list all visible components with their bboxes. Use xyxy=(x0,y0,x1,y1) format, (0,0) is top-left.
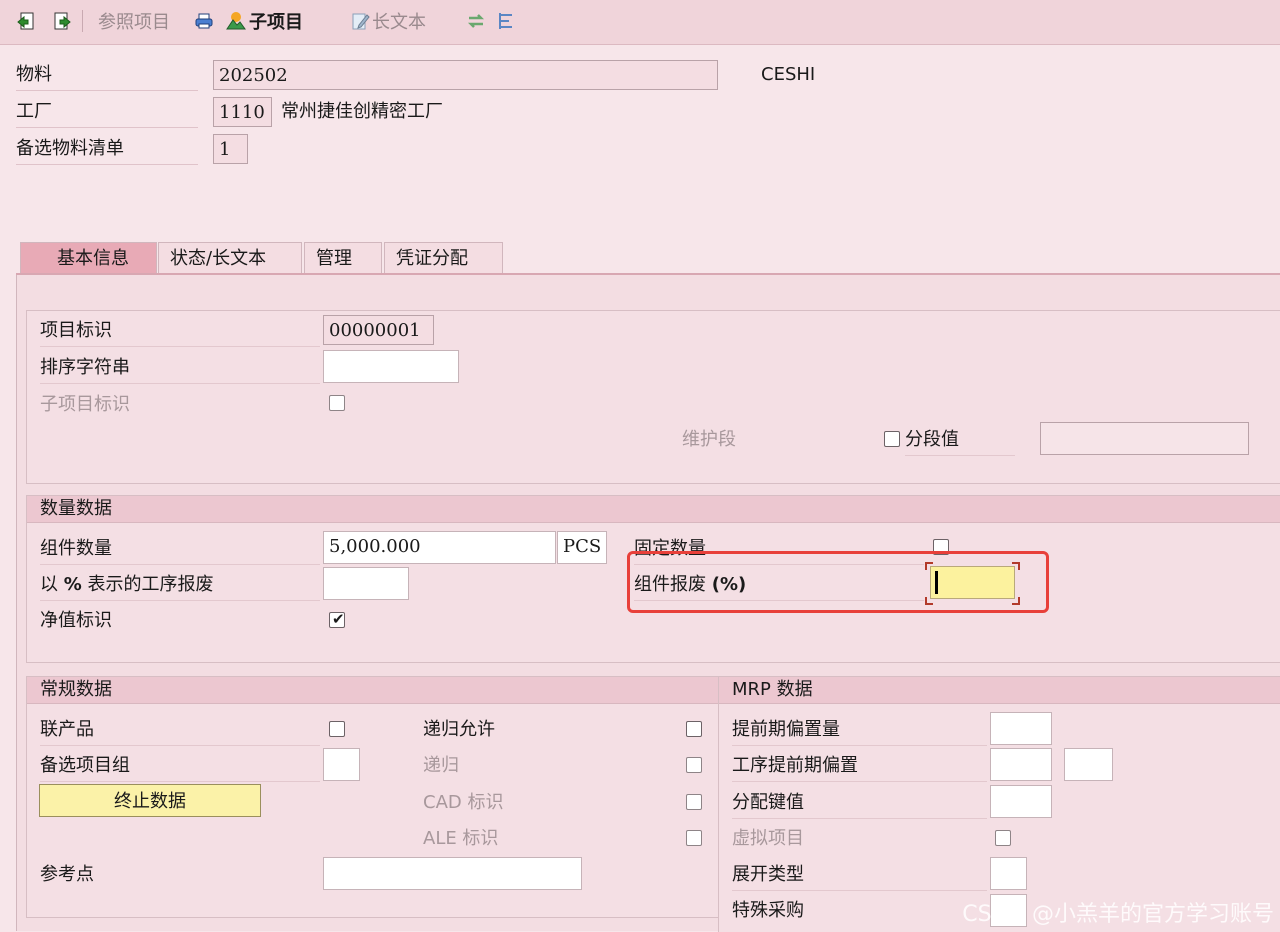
alt-item-group-label: 备选项目组 xyxy=(40,751,320,782)
reference-point-field[interactable] xyxy=(323,857,582,890)
net-id-checkbox[interactable]: ✔ xyxy=(329,610,345,628)
mrp-data-title: MRP 数据 xyxy=(719,677,1280,704)
long-text-label: 长文本 xyxy=(372,12,426,33)
sort-string-label: 排序字符串 xyxy=(40,353,320,384)
operation-scrap-label: 以 % 表示的工序报废 xyxy=(40,570,320,601)
plant-label: 工厂 xyxy=(16,97,198,128)
alt-item-group-field[interactable] xyxy=(323,748,360,781)
co-product-label: 联产品 xyxy=(40,715,320,746)
swap-arrows-icon xyxy=(467,14,485,28)
reference-item-label: 参照项目 xyxy=(98,12,170,33)
sort-string-field[interactable] xyxy=(323,350,459,383)
previous-item-button[interactable] xyxy=(16,8,36,34)
component-qty-label: 组件数量 xyxy=(40,534,320,565)
general-data-title: 常规数据 xyxy=(27,677,719,704)
plant-description: 常州捷佳创精密工厂 xyxy=(281,101,443,122)
distribution-key-field[interactable] xyxy=(990,785,1052,818)
mountain-sun-icon xyxy=(226,12,246,30)
operation-scrap-label-percent: % xyxy=(63,574,82,595)
structure-button[interactable] xyxy=(496,8,516,34)
alt-bom-label: 备选物料清单 xyxy=(16,134,198,165)
explosion-type-field[interactable] xyxy=(990,857,1027,890)
recursive-checkbox[interactable] xyxy=(686,757,702,773)
phantom-item-checkbox[interactable] xyxy=(995,830,1011,846)
operation-scrap-label-part1: 以 xyxy=(40,574,64,595)
material-description: CESHI xyxy=(761,64,816,85)
lead-time-offset-label: 提前期偏置量 xyxy=(732,715,987,746)
print-button[interactable] xyxy=(194,8,214,34)
recursive-allowed-label: 递归允许 xyxy=(423,719,495,740)
phantom-item-label: 虚拟项目 xyxy=(732,828,804,849)
material-field[interactable]: 202502 xyxy=(213,60,718,90)
cad-id-checkbox[interactable] xyxy=(686,794,702,810)
stop-data-button[interactable]: 终止数据 xyxy=(39,784,261,817)
operation-scrap-field[interactable] xyxy=(323,567,409,600)
reference-point-label: 参考点 xyxy=(40,864,94,885)
long-text-button[interactable]: 长文本 xyxy=(350,8,426,34)
op-lead-time-offset-label: 工序提前期偏置 xyxy=(732,751,987,782)
next-item-button[interactable] xyxy=(52,8,72,34)
net-id-label: 净值标识 xyxy=(40,610,112,631)
explosion-type-label: 展开类型 xyxy=(732,860,987,891)
segment-value-field[interactable] xyxy=(1040,422,1249,455)
lead-time-offset-field[interactable] xyxy=(990,712,1052,745)
checkmark-icon: ✔ xyxy=(332,610,345,628)
cad-id-label: CAD 标识 xyxy=(423,792,504,813)
ale-id-label: ALE 标识 xyxy=(423,828,499,849)
sub-item-button[interactable]: 子项目 xyxy=(226,8,303,34)
co-product-checkbox[interactable] xyxy=(329,721,345,737)
tree-structure-icon xyxy=(499,13,512,29)
maintenance-segment-label: 维护段 xyxy=(682,429,736,450)
arrow-right-page-icon xyxy=(54,12,71,30)
application-toolbar: 参照项目 子项目 长文本 xyxy=(0,0,1280,45)
operation-scrap-label-part2: 表示的工序报废 xyxy=(81,574,214,595)
tab-admin[interactable]: 管理 xyxy=(304,242,382,274)
tab-basic-info[interactable]: 基本信息 xyxy=(20,242,157,274)
segment-value-label: 分段值 xyxy=(905,425,1015,456)
material-label: 物料 xyxy=(16,60,198,91)
op-lead-time-offset-unit-field[interactable] xyxy=(1064,748,1113,781)
recursive-label: 递归 xyxy=(423,755,459,776)
plant-field[interactable]: 1110 xyxy=(213,97,272,127)
sub-item-id-label: 子项目标识 xyxy=(40,394,130,415)
red-highlight-annotation xyxy=(627,551,1049,613)
csdn-watermark: CSDN @小羔羊的官方学习账号 xyxy=(962,902,1274,927)
alt-bom-field[interactable]: 1 xyxy=(213,134,248,164)
unit-field[interactable]: PCS xyxy=(557,531,607,564)
sub-item-label: 子项目 xyxy=(249,12,303,33)
op-lead-time-offset-field[interactable] xyxy=(990,748,1052,781)
tab-status-long-text[interactable]: 状态/长文本 xyxy=(158,242,302,274)
distribution-key-label: 分配键值 xyxy=(732,788,987,819)
item-id-label: 项目标识 xyxy=(40,316,320,347)
ale-id-checkbox[interactable] xyxy=(686,830,702,846)
pencil-document-icon xyxy=(352,13,370,30)
quantity-group-title: 数量数据 xyxy=(27,496,1280,523)
sub-item-id-checkbox[interactable] xyxy=(329,395,345,411)
toolbar-separator xyxy=(82,10,83,32)
printer-icon xyxy=(195,13,213,29)
special-procurement-label: 特殊采购 xyxy=(732,900,804,921)
tab-document-assignment[interactable]: 凭证分配 xyxy=(384,242,503,274)
recursive-allowed-checkbox[interactable] xyxy=(686,721,702,737)
item-id-field[interactable]: 00000001 xyxy=(323,315,434,345)
arrow-left-page-icon xyxy=(17,12,34,30)
reference-item-button[interactable]: 参照项目 xyxy=(98,8,170,34)
swap-button[interactable] xyxy=(466,8,486,34)
segment-value-checkbox[interactable] xyxy=(884,431,900,447)
component-qty-field[interactable]: 5,000.000 xyxy=(323,531,556,564)
